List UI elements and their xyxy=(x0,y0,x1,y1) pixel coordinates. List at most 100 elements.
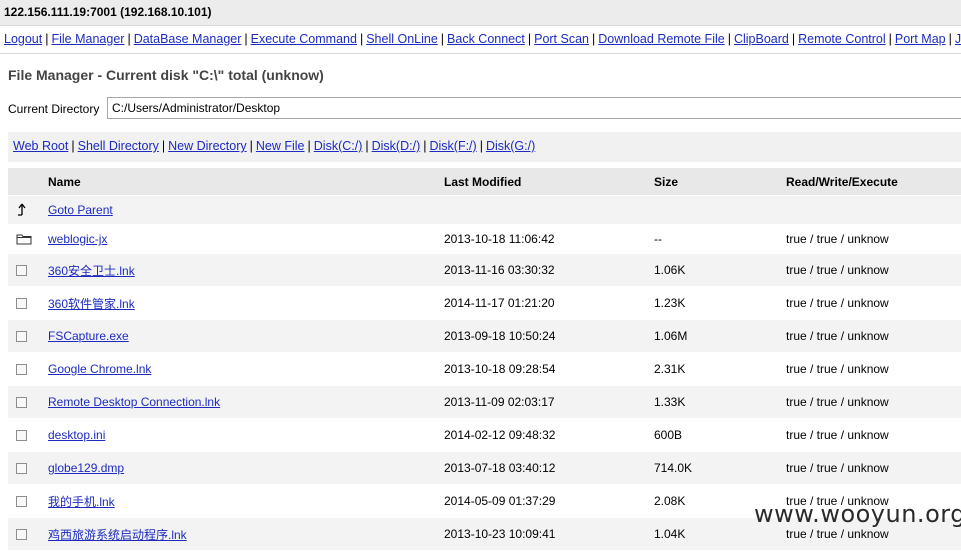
up-arrow-icon xyxy=(16,196,36,224)
select-checkbox[interactable] xyxy=(16,452,36,484)
select-checkbox[interactable] xyxy=(16,518,36,550)
file-name-link[interactable]: Remote Desktop Connection.lnk xyxy=(48,395,220,409)
separator: | xyxy=(948,32,952,46)
nav-link-jsp[interactable]: JSP xyxy=(955,32,961,46)
modified-cell: 2014-05-09 01:37:29 xyxy=(444,494,556,508)
nav-link-remote-control[interactable]: Remote Control xyxy=(798,32,886,46)
checkbox[interactable] xyxy=(16,396,27,408)
permission-cell: true / true / unknow xyxy=(786,395,889,409)
separator: | xyxy=(888,32,892,46)
select-checkbox[interactable] xyxy=(16,320,36,352)
checkbox[interactable] xyxy=(16,462,27,474)
nav-link-port-scan[interactable]: Port Scan xyxy=(534,32,589,46)
header-modified[interactable]: Last Modified xyxy=(444,168,521,195)
file-name-link[interactable]: 鸡西旅游系统启动程序.lnk xyxy=(48,526,187,543)
header-name[interactable]: Name xyxy=(48,168,81,195)
nav-link-shell-online[interactable]: Shell OnLine xyxy=(366,32,438,46)
nav-link-database-manager[interactable]: DataBase Manager xyxy=(134,32,242,46)
table-row: Google Chrome.lnk 2013-10-18 09:28:54 2.31… xyxy=(8,353,961,386)
nav-link-logout[interactable]: Logout xyxy=(4,32,42,46)
size-cell: 2.08K xyxy=(654,494,686,508)
checkbox[interactable] xyxy=(16,264,27,276)
checkbox[interactable] xyxy=(16,297,27,309)
permission-cell: true / true / unknow xyxy=(786,527,889,541)
checkbox[interactable] xyxy=(16,528,27,540)
select-checkbox[interactable] xyxy=(16,287,36,319)
modified-cell: 2014-02-12 09:48:32 xyxy=(444,428,556,442)
nav-link-back-connect[interactable]: Back Connect xyxy=(447,32,525,46)
quick-links: Web Root | Shell Directory | New Directory | N… xyxy=(13,139,535,153)
file-name-link[interactable]: globe129.dmp xyxy=(48,461,124,475)
file-name-link[interactable]: 360软件管家.lnk xyxy=(48,295,135,312)
goto-parent-row[interactable]: Goto Parent xyxy=(8,196,961,225)
table-row: desktop.ini 2014-02-12 09:48:32 600B true /… xyxy=(8,419,961,452)
select-checkbox[interactable] xyxy=(16,386,36,418)
separator: | xyxy=(161,139,166,153)
nav-link-clipboard[interactable]: ClipBoard xyxy=(734,32,789,46)
modified-cell: 2013-10-23 10:09:41 xyxy=(444,527,556,541)
separator: | xyxy=(249,139,253,153)
quick-link-disk-g[interactable]: Disk(G:/) xyxy=(486,139,535,153)
checkbox[interactable] xyxy=(16,495,27,507)
size-cell: 1.33K xyxy=(654,395,686,409)
size-cell: 600B xyxy=(654,428,683,442)
quick-link-disk-f[interactable]: Disk(F:/) xyxy=(429,139,476,153)
select-checkbox[interactable] xyxy=(16,485,36,517)
file-name-link[interactable]: FSCapture.exe xyxy=(48,329,129,343)
separator: | xyxy=(365,139,369,153)
modified-cell: 2013-11-09 02:03:17 xyxy=(444,395,555,409)
separator: | xyxy=(45,32,49,46)
file-name-link[interactable]: desktop.ini xyxy=(48,428,105,442)
current-directory-label: Current Directory xyxy=(8,102,100,116)
file-name-link[interactable]: 360安全卫士.lnk xyxy=(48,262,135,279)
folder-icon xyxy=(16,225,36,253)
separator: | xyxy=(440,32,445,46)
separator: | xyxy=(592,32,596,46)
permission-cell: true / true / unknow xyxy=(786,232,889,246)
goto-parent-link[interactable]: Goto Parent xyxy=(48,203,113,217)
file-name-link[interactable]: Google Chrome.lnk xyxy=(48,362,151,376)
permission-cell: true / true / unknow xyxy=(786,428,889,442)
separator: | xyxy=(791,32,796,46)
checkbox[interactable] xyxy=(16,330,27,342)
checkbox[interactable] xyxy=(16,363,27,375)
separator: | xyxy=(307,139,311,153)
title-bar: 122.156.111.19:7001 (192.168.10.101) xyxy=(0,0,961,26)
modified-cell: 2013-07-18 03:40:12 xyxy=(444,461,556,475)
quick-link-new-directory[interactable]: New Directory xyxy=(168,139,247,153)
file-name-link[interactable]: 我的手机.lnk xyxy=(48,493,115,510)
size-cell: 714.0K xyxy=(654,461,693,475)
quick-link-disk-d[interactable]: Disk(D:/) xyxy=(372,139,421,153)
current-directory-input[interactable] xyxy=(107,97,961,119)
table-row: FSCapture.exe 2013-09-18 10:50:24 1.06M tru… xyxy=(8,320,961,353)
table-row: Remote Desktop Connection.lnk 2013-11-09 … xyxy=(8,386,961,419)
nav-link-port-map[interactable]: Port Map xyxy=(895,32,946,46)
size-cell: 1.23K xyxy=(654,296,686,310)
size-cell: -- xyxy=(654,232,662,246)
modified-cell: 2013-09-18 10:50:24 xyxy=(444,329,556,343)
select-checkbox[interactable] xyxy=(16,254,36,286)
table-header: Name Last Modified Size Read/Write/Execu… xyxy=(8,168,961,196)
nav-link-file-manager[interactable]: File Manager xyxy=(51,32,124,46)
permission-cell: true / true / unknow xyxy=(786,461,889,475)
header-size[interactable]: Size xyxy=(654,168,678,195)
permission-cell: true / true / unknow xyxy=(786,329,889,343)
file-name-link[interactable]: weblogic-jx xyxy=(48,232,107,246)
quick-link-new-file[interactable]: New File xyxy=(256,139,305,153)
watermark: www.wooyun.org xyxy=(754,500,961,528)
page-title: File Manager - Current disk "C:\" total … xyxy=(8,67,324,83)
checkbox[interactable] xyxy=(16,429,27,441)
separator: | xyxy=(244,32,248,46)
select-checkbox[interactable] xyxy=(16,353,36,385)
nav-link-execute-command[interactable]: Execute Command xyxy=(251,32,357,46)
main-nav: Logout | File Manager | DataBase Manager | Exe… xyxy=(0,26,961,54)
size-cell: 1.06K xyxy=(654,263,686,277)
quick-link-shell-directory[interactable]: Shell Directory xyxy=(78,139,159,153)
nav-link-download-remote-file[interactable]: Download Remote File xyxy=(598,32,724,46)
quick-link-disk-c[interactable]: Disk(C:/) xyxy=(314,139,363,153)
permission-cell: true / true / unknow xyxy=(786,362,889,376)
quick-link-web-root[interactable]: Web Root xyxy=(13,139,68,153)
header-rwx: Read/Write/Execute xyxy=(786,174,898,189)
modified-cell: 2013-10-18 11:06:42 xyxy=(444,232,555,246)
select-checkbox[interactable] xyxy=(16,419,36,451)
